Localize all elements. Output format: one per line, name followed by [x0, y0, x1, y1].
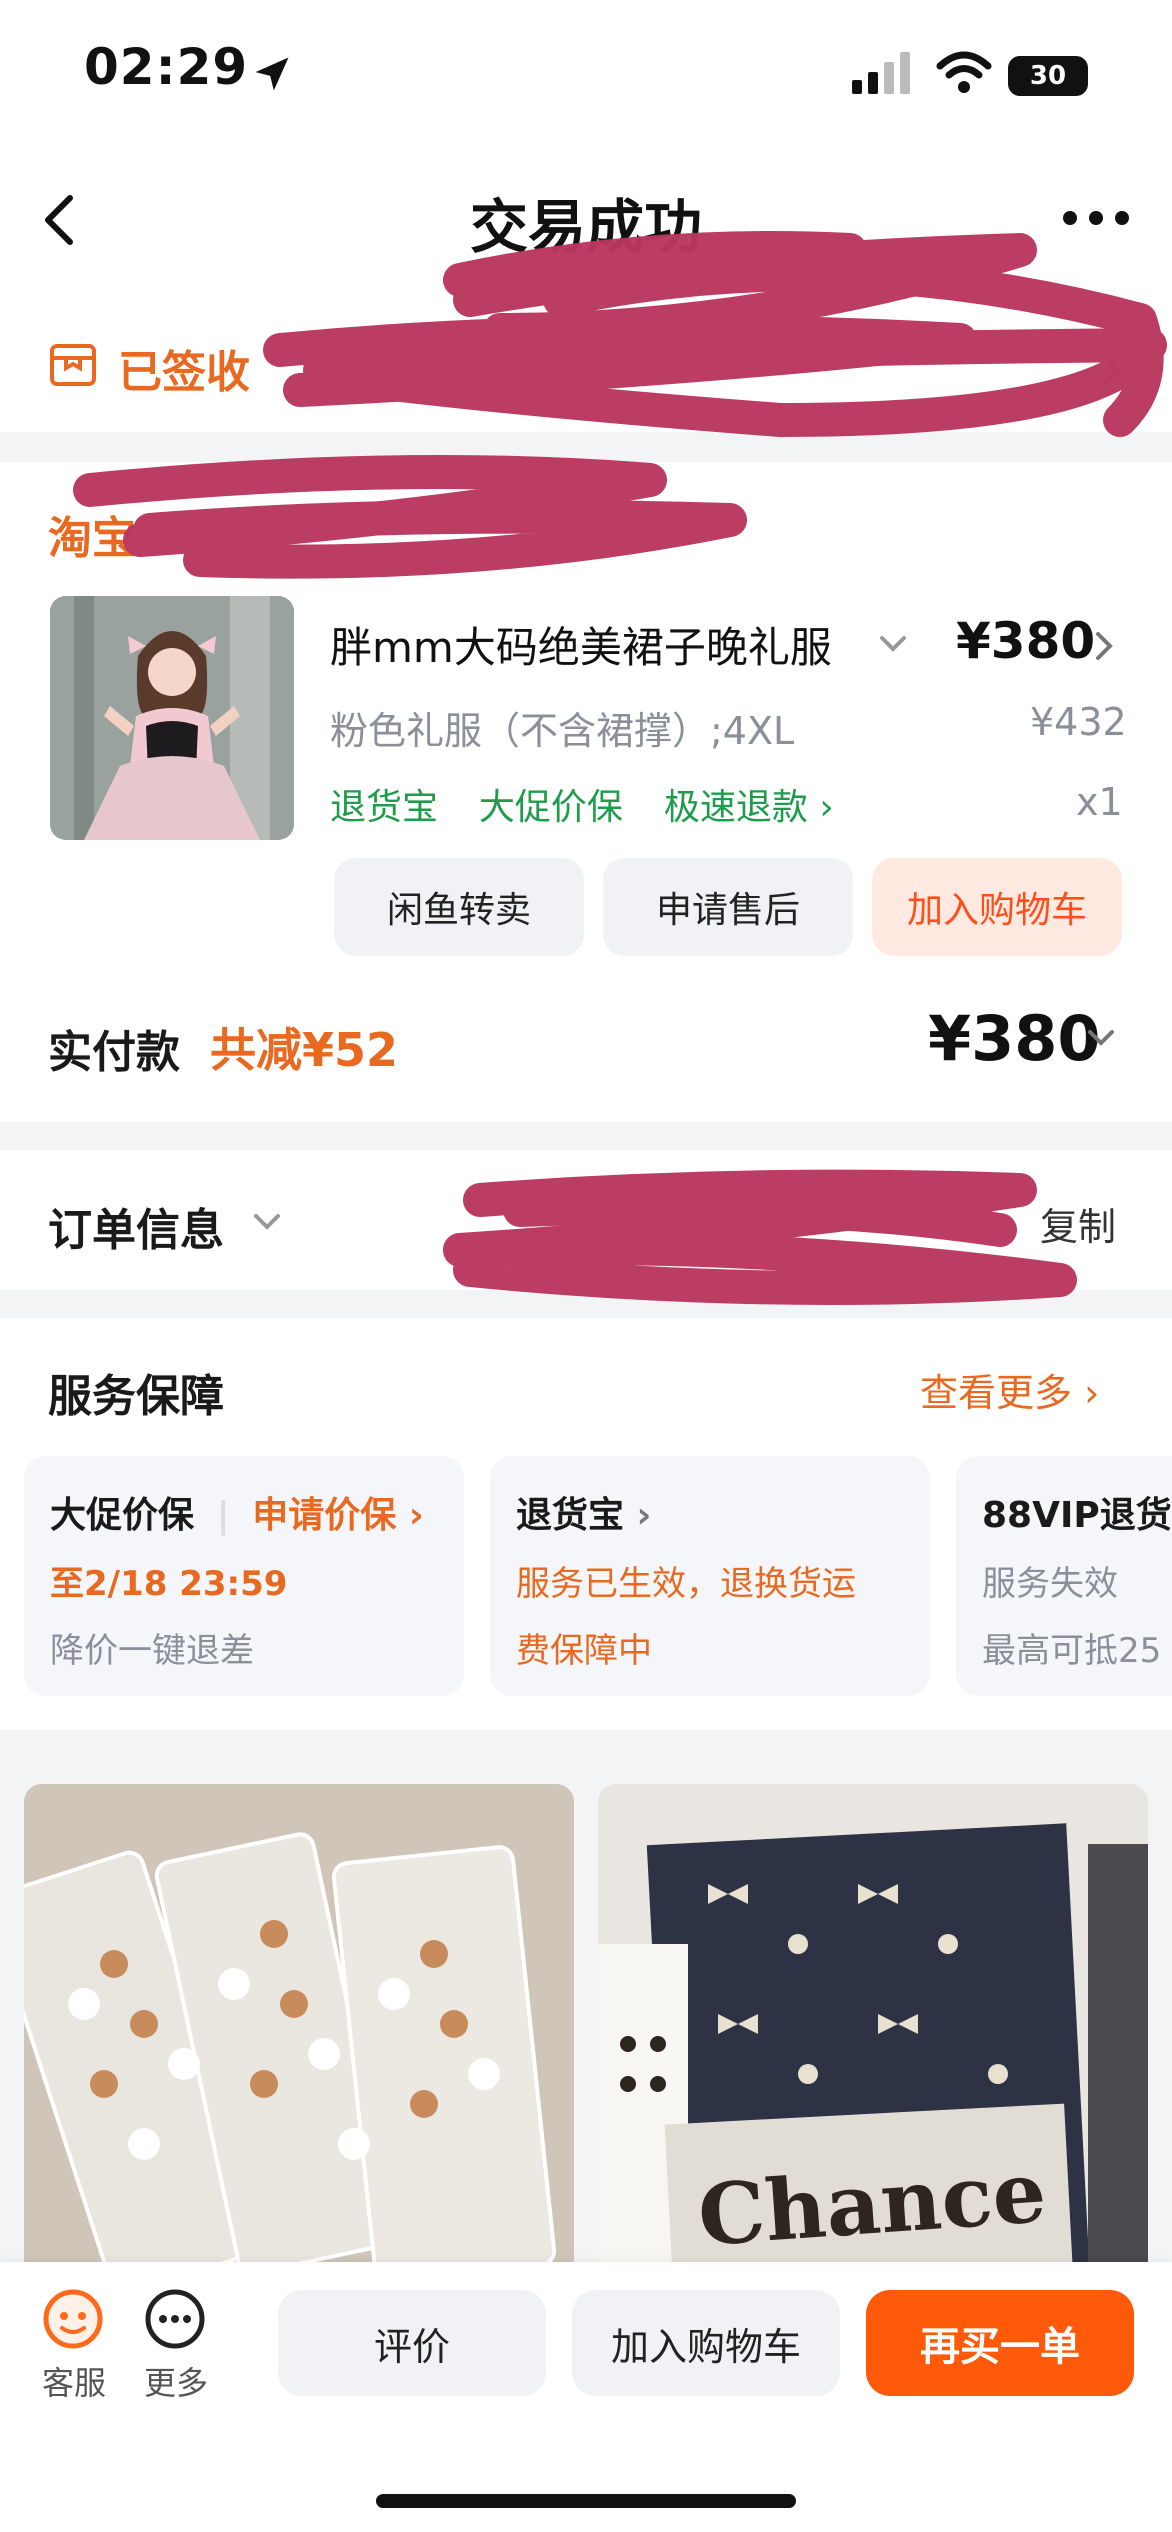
svc-status-1: 服务已生效，退换货运 — [516, 1564, 856, 1604]
recommend-image-right[interactable]: Chance — [598, 1784, 1148, 2262]
svc-card-title: 退货宝 — [516, 1495, 625, 1536]
recommend-image-left[interactable] — [24, 1784, 574, 2262]
service-card-88vip[interactable]: 88VIP退货 服务失效 最高可抵25 — [956, 1456, 1172, 1696]
payment-label: 实付款 — [48, 1027, 180, 1078]
battery-icon: 30 — [1008, 56, 1088, 96]
svc-desc: 降价一键退差 — [50, 1631, 254, 1671]
svc-card-title: 大促价保 — [50, 1495, 195, 1536]
more-label[interactable]: 更多 — [144, 2358, 208, 2404]
svc-status: 服务失效 — [982, 1564, 1118, 1604]
quantity: x1 — [1076, 780, 1123, 824]
svc-deadline: 至2/18 23:59 — [50, 1564, 288, 1604]
chevron-down-icon[interactable] — [1084, 1026, 1118, 1052]
payment-discount: 共减¥52 — [210, 1023, 399, 1077]
svc-card-title: 88VIP退货 — [982, 1495, 1172, 1536]
more-icon[interactable] — [144, 2288, 206, 2350]
package-icon — [50, 344, 96, 386]
chevron-right-icon: › — [1072, 1371, 1100, 1415]
svc-head-2: 退货宝 › — [516, 1486, 904, 1538]
resell-button[interactable]: 闲鱼转卖 — [334, 858, 584, 956]
svc-head-1: 大促价保 | 申请价保 › — [50, 1495, 424, 1536]
wifi-icon — [936, 51, 992, 93]
service-tags[interactable]: 退货宝 大促价保 极速退款 › — [330, 778, 834, 830]
original-price: ¥432 — [1030, 700, 1127, 744]
chevron-down-icon[interactable] — [876, 632, 910, 656]
product-variant: 粉色礼服（不含裙撑）;4XL — [330, 709, 795, 753]
chevron-right-icon — [1102, 354, 1121, 386]
customer-service-icon[interactable] — [42, 2288, 104, 2350]
payment-total[interactable]: ¥380 — [928, 1002, 1101, 1075]
tag-price-protection: 大促价保 — [478, 787, 623, 828]
status-time: 02:29 — [84, 38, 249, 96]
service-card-price-protection[interactable]: 大促价保 | 申请价保 › 至2/18 23:59 降价一键退差 — [24, 1456, 464, 1696]
product-title[interactable]: 胖mm大码绝美裙子晚礼服 — [330, 614, 870, 675]
chevron-right-icon: › — [819, 787, 834, 828]
after-sales-button[interactable]: 申请售后 — [603, 858, 853, 956]
add-to-cart-button[interactable]: 加入购物车 — [572, 2290, 840, 2396]
chevron-right-icon: › — [396, 1495, 424, 1536]
tag-fast-refund: 极速退款 — [663, 787, 808, 828]
product-price: ¥380 — [956, 612, 1096, 670]
chevron-right-icon: › — [624, 1495, 652, 1536]
view-more-label: 查看更多 — [920, 1371, 1073, 1415]
chevron-right-icon[interactable] — [1092, 628, 1116, 664]
svc-status-2: 费保障中 — [516, 1631, 652, 1671]
home-indicator — [376, 2494, 796, 2508]
product-image[interactable] — [50, 596, 294, 840]
shop-name[interactable]: 淘宝 — [48, 502, 136, 566]
svc-desc: 最高可抵25 — [982, 1631, 1162, 1671]
add-to-cart-item-button[interactable]: 加入购物车 — [872, 858, 1122, 956]
customer-service-label[interactable]: 客服 — [42, 2358, 106, 2404]
location-arrow-icon — [255, 57, 289, 91]
cellular-signal-icon — [852, 52, 910, 94]
buy-again-button[interactable]: 再买一单 — [866, 2290, 1134, 2396]
copy-order-button[interactable]: 复制 — [1040, 1196, 1116, 1251]
tag-return-insurance: 退货宝 — [330, 787, 439, 828]
service-card-return-insurance[interactable]: 退货宝 › 服务已生效，退换货运 费保障中 — [490, 1456, 930, 1696]
order-info-label[interactable]: 订单信息 — [48, 1194, 224, 1258]
apply-price-protection-link[interactable]: 申请价保 — [252, 1495, 396, 1536]
chevron-down-icon[interactable] — [250, 1210, 284, 1234]
more-options-icon[interactable] — [1060, 206, 1132, 230]
service-title: 服务保障 — [48, 1371, 224, 1422]
review-button[interactable]: 评价 — [278, 2290, 546, 2396]
view-more-link[interactable]: 查看更多 › — [920, 1362, 1099, 1417]
signed-status[interactable]: 已签收 — [118, 336, 250, 400]
page-title: 交易成功 — [469, 193, 702, 261]
